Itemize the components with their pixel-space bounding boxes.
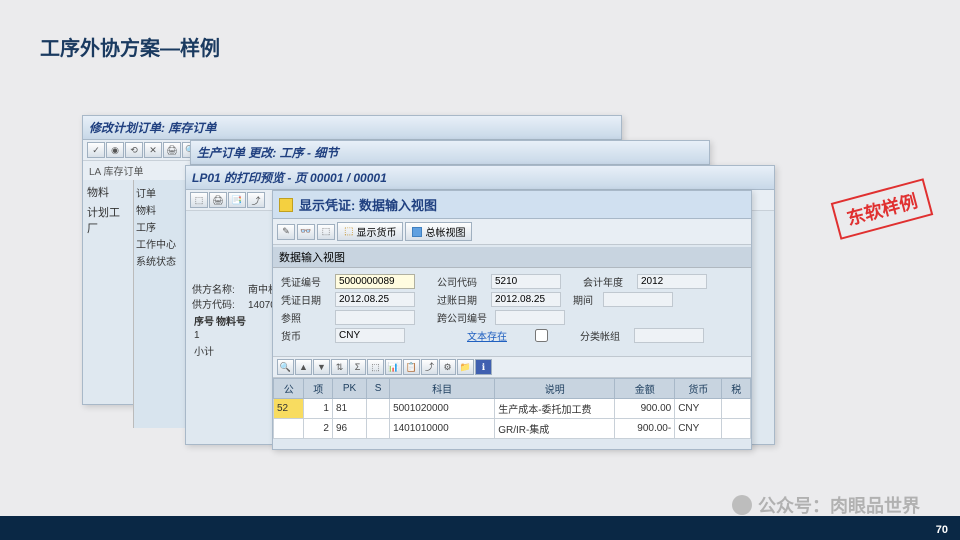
col-pk[interactable]: PK xyxy=(332,379,366,399)
col-seq: 序号 xyxy=(194,313,214,328)
win1-labels: 物料 计划工厂 xyxy=(83,180,133,428)
section-header: 数据输入视图 xyxy=(273,247,751,268)
grid-btn[interactable]: ⇅ xyxy=(331,359,348,375)
comp-label: 公司代码 xyxy=(437,274,491,289)
tb-btn[interactable]: ⬚ xyxy=(317,224,335,240)
doc-icon xyxy=(279,198,293,212)
slide-title: 工序外协方案—样例 xyxy=(40,32,220,61)
grid-btn[interactable]: ⚙ xyxy=(439,359,456,375)
toolbar-btn[interactable]: ◉ xyxy=(106,142,124,158)
grid-header-row: 公 项 PK S 科目 说明 金额 货币 税 xyxy=(274,379,751,399)
pdate-label: 过账日期 xyxy=(437,292,491,307)
table-row: 小计 xyxy=(194,343,246,358)
vendor-name-lbl: 供方名称: xyxy=(192,281,248,296)
period-label: 期间 xyxy=(573,292,603,307)
win3-table: 序号物料号 1 小计 xyxy=(192,311,248,360)
grid-toolbar: 🔍 ▲ ▼ ⇅ Σ ⬚ 📊 📋 ⤴ ⚙ 📁 ℹ xyxy=(273,356,751,378)
grid-btn[interactable]: ℹ xyxy=(475,359,492,375)
grid-btn[interactable]: 📁 xyxy=(457,359,474,375)
fy-input[interactable] xyxy=(637,274,707,289)
grid-row: 52 1 81 5001020000 生产成本-委托加工费 900.00 CNY xyxy=(274,399,751,419)
win4-toolbar: ✎ 👓 ⬚ ⬚显示货币 总帐视图 xyxy=(273,219,751,245)
col-item[interactable]: 项 xyxy=(304,379,333,399)
col-co[interactable]: 公 xyxy=(274,379,304,399)
grp-label: 分类帐组 xyxy=(580,328,634,343)
date-input[interactable] xyxy=(335,292,415,307)
fy-label: 会计年度 xyxy=(583,274,637,289)
curr-input[interactable] xyxy=(335,328,405,343)
win3-title: LP01 的打印预览 - 页 00001 / 00001 xyxy=(186,166,774,190)
xcomp-input[interactable] xyxy=(495,310,565,325)
col-s[interactable]: S xyxy=(367,379,390,399)
grid-btn[interactable]: ▲ xyxy=(295,359,312,375)
table-row: 1 xyxy=(194,330,246,341)
toolbar-btn[interactable]: ✕ xyxy=(144,142,162,158)
vendor-code-lbl: 供方代码: xyxy=(192,296,248,311)
ref-label: 参照 xyxy=(281,310,335,325)
tb-btn[interactable]: ⬚ xyxy=(190,192,208,208)
sample-stamp: 东软样例 xyxy=(831,178,934,240)
tb-btn[interactable]: ⤴ xyxy=(247,192,265,208)
grid-btn[interactable]: Σ xyxy=(349,359,366,375)
display-currency-btn[interactable]: ⬚显示货币 xyxy=(337,222,403,241)
wechat-icon xyxy=(732,495,752,515)
win1-title: 修改计划订单: 库存订单 xyxy=(83,116,621,140)
tb-btn[interactable]: 🖨 xyxy=(209,192,227,208)
page-number: 70 xyxy=(936,524,948,536)
win4-form: 凭证编号 公司代码 会计年度 凭证日期 过账日期 期间 参照 跨公司编号 货币 … xyxy=(273,268,751,352)
grid-btn[interactable]: 📋 xyxy=(403,359,420,375)
grid-btn[interactable]: ⬚ xyxy=(367,359,384,375)
window-display-document: 显示凭证: 数据输入视图 ✎ 👓 ⬚ ⬚显示货币 总帐视图 数据输入视图 凭证编… xyxy=(272,190,752,450)
toolbar-btn[interactable]: ⟲ xyxy=(125,142,143,158)
curr-label: 货币 xyxy=(281,328,335,343)
col-mat: 物料号 xyxy=(216,313,246,328)
col-account[interactable]: 科目 xyxy=(390,379,495,399)
watermark: 公众号：肉眼品世界 xyxy=(732,492,920,518)
grid-row: 2 96 1401010000 GR/IR-集成 900.00- CNY xyxy=(274,419,751,439)
col-desc[interactable]: 说明 xyxy=(495,379,615,399)
gl-icon xyxy=(412,227,422,237)
col-amount[interactable]: 金额 xyxy=(615,379,675,399)
pdate-input[interactable] xyxy=(491,292,561,307)
grp-input[interactable] xyxy=(634,328,704,343)
toolbar-btn[interactable]: ✓ xyxy=(87,142,105,158)
col-tax[interactable]: 税 xyxy=(722,379,751,399)
docno-label: 凭证编号 xyxy=(281,274,335,289)
grid-btn[interactable]: 🔍 xyxy=(277,359,294,375)
win2-title: 生产订单 更改: 工序 - 细节 xyxy=(191,141,709,165)
line-items-grid: 公 项 PK S 科目 说明 金额 货币 税 52 1 81 500102000… xyxy=(273,378,751,439)
docno-input[interactable] xyxy=(335,274,415,289)
tb-btn[interactable]: 📑 xyxy=(228,192,246,208)
grid-btn[interactable]: 📊 xyxy=(385,359,402,375)
footer-bar xyxy=(0,516,960,540)
grid-btn[interactable]: ⤴ xyxy=(421,359,438,375)
ref-input[interactable] xyxy=(335,310,415,325)
win4-title: 显示凭证: 数据输入视图 xyxy=(273,191,751,219)
gl-view-btn[interactable]: 总帐视图 xyxy=(405,222,472,241)
text-exists-link[interactable]: 文本存在 xyxy=(467,328,521,343)
toolbar-btn[interactable]: 🖨 xyxy=(163,142,181,158)
comp-input[interactable] xyxy=(491,274,561,289)
xcomp-label: 跨公司编号 xyxy=(437,310,495,325)
col-curr[interactable]: 货币 xyxy=(675,379,722,399)
text-exists-checkbox[interactable] xyxy=(535,329,548,342)
tb-btn[interactable]: 👓 xyxy=(297,224,315,240)
period-input[interactable] xyxy=(603,292,673,307)
tb-btn[interactable]: ✎ xyxy=(277,224,295,240)
grid-btn[interactable]: ▼ xyxy=(313,359,330,375)
date-label: 凭证日期 xyxy=(281,292,335,307)
